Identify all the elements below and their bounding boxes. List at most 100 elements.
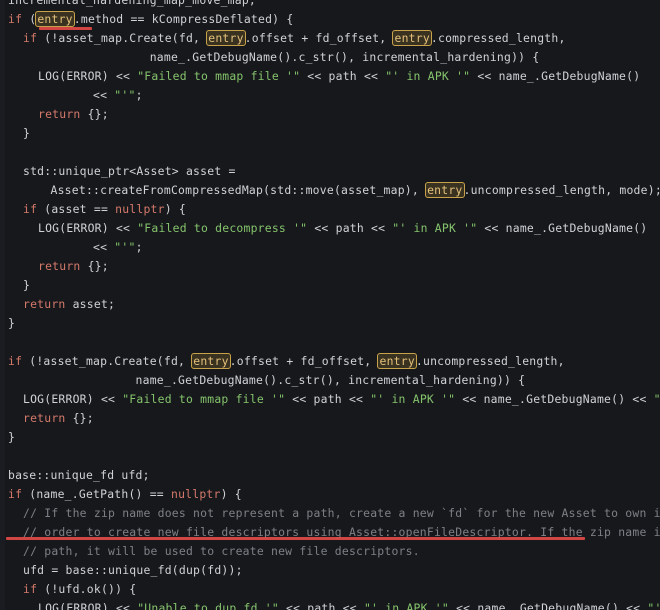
code-token-plain: << — [8, 88, 115, 102]
code-line[interactable]: << "'"; — [0, 86, 660, 105]
code-token-plain: asset; — [65, 297, 116, 311]
code-line[interactable]: if (!asset_map.Create(fd, entry.offset +… — [0, 29, 660, 48]
code-line[interactable]: // path, it will be used to create new f… — [0, 542, 660, 561]
code-line[interactable]: LOG(ERROR) << "Failed to mmap file '" <<… — [0, 390, 660, 409]
code-token-kw: nullptr — [115, 202, 165, 216]
search-match-highlight[interactable]: entry — [425, 182, 465, 198]
code-line[interactable]: incremental_hardening_map_move_map; — [0, 0, 660, 10]
code-token-plain: } — [23, 126, 31, 140]
code-token-plain: } — [23, 278, 31, 292]
code-token-str: "Failed to mmap file '" — [137, 69, 301, 83]
code-token-str: "' in APK '" — [385, 69, 471, 83]
code-line[interactable]: } — [0, 428, 660, 447]
code-token-plain: ufd = base::unique_fd(dup(fd)); — [23, 563, 243, 577]
code-token-cmt: // If the zip name does not represent a … — [23, 506, 660, 520]
code-line[interactable]: ufd = base::unique_fd(dup(fd)); — [0, 561, 660, 580]
code-line[interactable]: } — [0, 124, 660, 143]
code-token-plain: << name_.GetDebugName() — [477, 221, 648, 235]
code-token-plain: << name_.GetDebugName() << — [455, 392, 654, 406]
code-token-plain: .offset + fd_offset, — [244, 31, 394, 45]
code-token-plain: {}; — [80, 259, 109, 273]
code-token-kw: if — [8, 12, 23, 26]
code-token-kw: if — [8, 354, 23, 368]
code-token-plain: .uncompressed_length, — [415, 354, 565, 368]
code-token-plain: .compressed_length, — [430, 31, 566, 45]
code-token-plain: LOG(ERROR) << — [23, 392, 123, 406]
code-line[interactable]: // If the zip name does not represent a … — [0, 504, 660, 523]
code-token-plain: << name_.GetDebugName() << — [448, 601, 648, 610]
code-token-plain: (name_.GetPath() == — [22, 487, 171, 501]
code-token-plain: ; — [135, 88, 143, 102]
code-content[interactable]: incremental_hardening_map_move_map;if (e… — [0, 0, 660, 610]
code-token-plain: std::unique_ptr<Asset> asset = — [23, 164, 236, 178]
code-token-cmt: // path, it will be used to create new f… — [23, 544, 420, 558]
code-line[interactable]: return {}; — [0, 409, 660, 428]
code-token-kw: if — [23, 31, 38, 45]
code-line[interactable]: return asset; — [0, 295, 660, 314]
search-match-highlight[interactable]: entry — [35, 11, 75, 27]
code-token-kw: return — [38, 259, 81, 273]
search-match-highlight[interactable]: entry — [191, 353, 231, 369]
code-token-plain: (!asset_map.Create(fd, — [37, 31, 208, 45]
code-token-plain: base::unique_fd ufd; — [8, 468, 150, 482]
code-token-str: "' in APK '" — [363, 601, 449, 610]
code-line[interactable]: LOG(ERROR) << "Unable to dup fd '" << pa… — [0, 599, 660, 610]
code-token-str: "Failed to mmap file '" — [122, 392, 286, 406]
code-line[interactable]: return {}; — [0, 257, 660, 276]
code-token-str: "'" — [114, 240, 136, 254]
code-line[interactable] — [0, 447, 660, 466]
code-token-plain: (!asset_map.Create(fd, — [22, 354, 193, 368]
code-token-plain: } — [8, 430, 16, 444]
code-token-kw: nullptr — [170, 487, 221, 501]
search-match-highlight[interactable]: entry — [377, 353, 417, 369]
code-token-plain: .uncompressed_length, mode); — [463, 183, 660, 197]
code-token-plain: LOG(ERROR) << — [38, 69, 138, 83]
code-token-plain: << path << — [278, 601, 364, 610]
code-token-kw: if — [23, 582, 38, 596]
code-line[interactable] — [0, 333, 660, 352]
annotation-underline-entry-method — [39, 27, 92, 30]
code-token-plain: } — [8, 316, 16, 330]
code-token-plain: LOG(ERROR) << — [38, 221, 138, 235]
code-token-kw: return — [23, 297, 66, 311]
search-match-highlight[interactable]: entry — [392, 30, 432, 46]
code-token-kw: return — [38, 107, 81, 121]
code-token-plain: << name_.GetDebugName() — [470, 69, 641, 83]
code-line[interactable]: name_.GetDebugName().c_str(), incrementa… — [0, 371, 660, 390]
code-line[interactable]: if (!asset_map.Create(fd, entry.offset +… — [0, 352, 660, 371]
code-token-kw: if — [23, 202, 38, 216]
code-token-plain: name_.GetDebugName().c_str(), incrementa… — [8, 373, 526, 387]
code-line[interactable] — [0, 143, 660, 162]
code-line[interactable]: base::unique_fd ufd; — [0, 466, 660, 485]
code-line[interactable]: } — [0, 276, 660, 295]
code-token-plain: incremental_hardening_map_move_map; — [8, 0, 257, 7]
code-token-str: "'" — [654, 392, 660, 406]
code-line[interactable]: if (entry.method == kCompressDeflated) { — [0, 10, 660, 29]
code-token-plain: Asset::createFromCompressedMap(std::move… — [8, 183, 427, 197]
code-token-plain: (!ufd.ok()) { — [37, 582, 137, 596]
code-token-plain: {}; — [80, 107, 109, 121]
code-line[interactable]: Asset::createFromCompressedMap(std::move… — [0, 181, 660, 200]
code-line[interactable]: LOG(ERROR) << "Failed to decompress '" <… — [0, 219, 660, 238]
code-editor-surface[interactable]: incremental_hardening_map_move_map;if (e… — [0, 0, 660, 610]
code-line[interactable]: name_.GetDebugName().c_str(), incrementa… — [0, 48, 660, 67]
code-line[interactable]: } — [0, 314, 660, 333]
code-token-plain: ) { — [164, 202, 186, 216]
code-line[interactable]: return {}; — [0, 105, 660, 124]
code-token-kw: if — [8, 487, 23, 501]
search-match-highlight[interactable]: entry — [206, 30, 246, 46]
code-line[interactable]: if (name_.GetPath() == nullptr) { — [0, 485, 660, 504]
code-token-plain: << — [8, 240, 115, 254]
code-line[interactable]: LOG(ERROR) << "Failed to mmap file '" <<… — [0, 67, 660, 86]
code-token-plain: name_.GetDebugName().c_str(), incrementa… — [8, 50, 540, 64]
code-line[interactable]: << "'"; — [0, 238, 660, 257]
code-line[interactable]: if (!ufd.ok()) { — [0, 580, 660, 599]
code-token-str: "Unable to dup fd '" — [137, 601, 279, 610]
code-token-plain: (asset == — [37, 202, 116, 216]
code-token-str: "'" — [114, 88, 136, 102]
code-token-plain: .offset + fd_offset, — [229, 354, 379, 368]
code-token-plain: {}; — [65, 411, 94, 425]
code-line[interactable]: std::unique_ptr<Asset> asset = — [0, 162, 660, 181]
code-line[interactable]: if (asset == nullptr) { — [0, 200, 660, 219]
code-token-plain: LOG(ERROR) << — [38, 601, 138, 610]
